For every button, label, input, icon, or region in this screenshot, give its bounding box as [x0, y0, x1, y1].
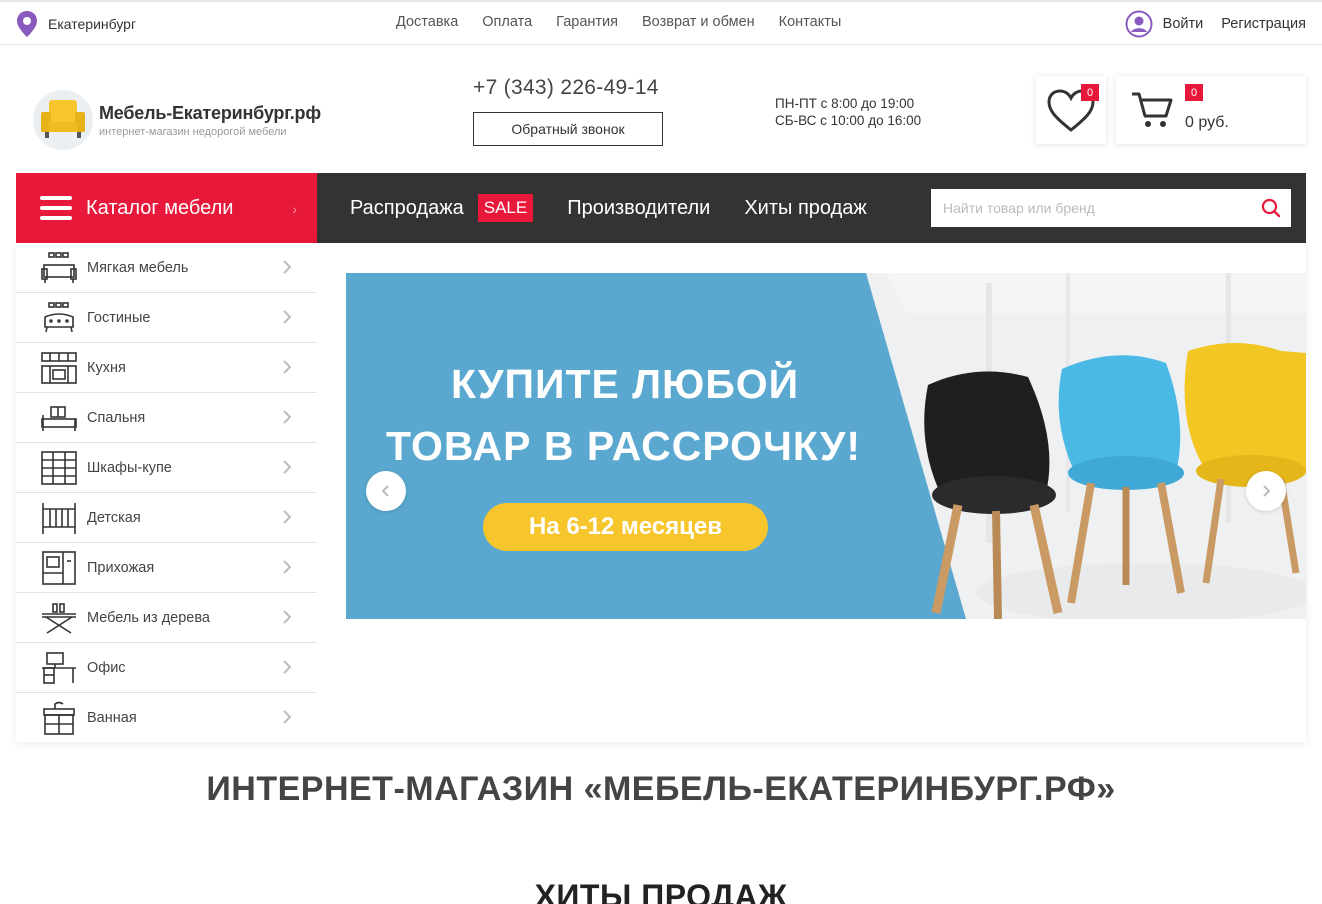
city-selector[interactable]: Екатеринбург	[16, 10, 136, 38]
bathroom-icon	[41, 700, 77, 736]
category-label: Гостиные	[87, 309, 151, 326]
search-input[interactable]	[931, 189, 1251, 227]
chevron-right-icon	[283, 710, 291, 724]
chevron-right-icon	[283, 560, 291, 574]
category-item-soft-furniture[interactable]: Мягкая мебель	[16, 243, 317, 293]
chevron-right-icon	[283, 260, 291, 274]
user-icon	[1125, 10, 1153, 38]
office-icon	[41, 650, 77, 686]
main-nav: Каталог мебели › Распродажа SALE Произво…	[16, 173, 1306, 243]
cart-button[interactable]: 0 0 руб.	[1116, 76, 1306, 144]
category-item-wood-furniture[interactable]: Мебель из дерева	[16, 593, 317, 643]
hamburger-icon	[40, 196, 72, 220]
location-pin-icon	[17, 11, 37, 37]
category-item-wardrobes[interactable]: Шкафы-купе	[16, 443, 317, 493]
category-label: Офис	[87, 659, 126, 676]
callback-button[interactable]: Обратный звонок	[473, 112, 663, 146]
working-hours: ПН-ПТ с 8:00 до 19:00 СБ-ВС с 10:00 до 1…	[775, 95, 921, 129]
chevron-right-icon: ›	[292, 201, 297, 217]
logo-subtitle: интернет-магазин недорогой мебели	[99, 125, 287, 138]
topnav-returns[interactable]: Возврат и обмен	[642, 14, 755, 30]
banner-pill: На 6-12 месяцев	[483, 503, 768, 551]
login-label: Войти	[1162, 16, 1204, 32]
wardrobe-icon	[41, 450, 77, 486]
city-name: Екатеринбург	[48, 16, 137, 32]
auth-links: Войти Регистрация	[1125, 10, 1306, 38]
content-panel: Мягкая мебель Гостиные Кухня Спальня Шка…	[16, 243, 1306, 742]
page-heading: ИНТЕРНЕТ-МАГАЗИН «МЕБЕЛЬ-ЕКАТЕРИНБУРГ.РФ…	[206, 770, 1116, 808]
slider-next-button[interactable]	[1246, 471, 1286, 511]
logo-title: Мебель-Екатеринбург.рф	[99, 102, 321, 123]
category-label: Шкафы-купе	[87, 459, 172, 476]
nav-sale[interactable]: Распродажа SALE	[350, 194, 534, 222]
category-label: Мебель из дерева	[87, 609, 210, 626]
top-bar: Екатеринбург Доставка Оплата Гарантия Во…	[0, 0, 1322, 45]
chevron-right-icon	[1263, 485, 1270, 497]
category-list: Мягкая мебель Гостиные Кухня Спальня Шка…	[16, 243, 317, 743]
chevron-right-icon	[283, 610, 291, 624]
wood-furniture-icon	[41, 600, 77, 636]
crib-icon	[41, 500, 77, 536]
category-label: Прихожая	[87, 559, 155, 576]
category-label: Ванная	[87, 710, 137, 726]
hallway-icon	[41, 550, 77, 586]
chevron-right-icon	[283, 360, 291, 374]
nav-bestsellers[interactable]: Хиты продаж	[744, 197, 866, 220]
hours-weekend: СБ-ВС с 10:00 до 16:00	[775, 113, 922, 128]
category-label: Детская	[87, 509, 141, 526]
armchair-logo-icon	[33, 90, 93, 150]
category-label: Спальня	[87, 409, 146, 426]
cart-icon	[1132, 92, 1173, 127]
chevron-right-icon	[283, 410, 291, 424]
banner-line1: КУПИТЕ ЛЮБОЙ	[451, 361, 800, 407]
sofa-icon	[41, 250, 77, 286]
favorites-button[interactable]: 0	[1036, 76, 1106, 144]
topnav-payment[interactable]: Оплата	[482, 14, 532, 30]
living-room-icon	[41, 300, 77, 336]
sale-badge: SALE	[477, 194, 534, 222]
search-box	[931, 189, 1291, 227]
topnav-warranty[interactable]: Гарантия	[556, 14, 618, 30]
chevron-right-icon	[283, 660, 291, 674]
chevron-left-icon	[382, 485, 389, 497]
bed-icon	[41, 400, 77, 436]
topnav-contacts[interactable]: Контакты	[779, 14, 842, 30]
category-item-living-rooms[interactable]: Гостиные	[16, 293, 317, 343]
chevron-right-icon	[283, 310, 291, 324]
phone-number[interactable]: +7 (343) 226-49-14	[473, 76, 659, 100]
favorites-count-badge: 0	[1081, 84, 1099, 101]
category-item-kids[interactable]: Детская	[16, 493, 317, 543]
category-item-kitchen[interactable]: Кухня	[16, 343, 317, 393]
register-link[interactable]: Регистрация	[1221, 16, 1306, 32]
sale-label: Распродажа	[350, 196, 464, 219]
site-logo[interactable]: Мебель-Екатеринбург.рф интернет-магазин …	[33, 90, 321, 150]
topnav-delivery[interactable]: Доставка	[396, 14, 458, 30]
category-label: Кухня	[87, 359, 126, 376]
nav-manufacturers[interactable]: Производители	[567, 197, 710, 220]
search-icon[interactable]	[1261, 198, 1281, 223]
slider-prev-button[interactable]	[366, 471, 406, 511]
chevron-right-icon	[283, 510, 291, 524]
cart-sum: 0 руб.	[1185, 114, 1229, 131]
bestsellers-heading: ХИТЫ ПРОДАЖ	[534, 878, 788, 904]
category-item-hallway[interactable]: Прихожая	[16, 543, 317, 593]
login-link[interactable]: Войти	[1125, 10, 1204, 38]
catalog-button[interactable]: Каталог мебели ›	[16, 173, 317, 243]
banner-line2: ТОВАР В РАССРОЧКУ!	[386, 423, 862, 469]
hours-weekday: ПН-ПТ с 8:00 до 19:00	[775, 96, 915, 111]
category-label: Мягкая мебель	[87, 259, 189, 276]
kitchen-icon	[41, 350, 77, 386]
chevron-right-icon	[283, 460, 291, 474]
category-item-bathroom[interactable]: Ванная	[16, 693, 317, 743]
category-item-office[interactable]: Офис	[16, 643, 317, 693]
category-item-bedroom[interactable]: Спальня	[16, 393, 317, 443]
cart-count-badge: 0	[1185, 84, 1203, 101]
catalog-label: Каталог мебели	[86, 196, 234, 219]
nav-links: Распродажа SALE Производители Хиты прода…	[350, 173, 867, 243]
promo-banner[interactable]: КУПИТЕ ЛЮБОЙ ТОВАР В РАССРОЧКУ! На 6-12 …	[346, 273, 1306, 619]
top-nav: Доставка Оплата Гарантия Возврат и обмен…	[396, 14, 841, 30]
